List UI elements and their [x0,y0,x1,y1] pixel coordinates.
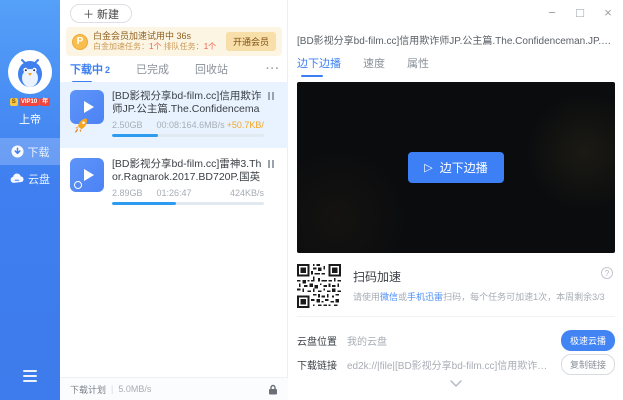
pause-button[interactable] [268,158,278,205]
vip-banner-title: 白金会员加速试用中 36s [93,31,226,42]
year-badge: 年 [40,98,50,106]
more-options-icon[interactable]: ··· [266,63,280,75]
vip-badges: S VIP10 年 [0,98,60,106]
download-icon [11,145,24,158]
task-boost-speed: +50.7KB/s [227,120,264,130]
task-progress-bar [112,134,264,137]
vip-banner[interactable]: P 白金会员加速试用中 36s 白金加速任务：1个 排队任务：1个 开通会员 [66,27,282,56]
download-plan-value: 5.0MB/s [118,384,151,394]
task-speed: 4.6MB/s [192,120,225,130]
penguin-mascot-icon [12,54,48,90]
detail-tabs: 边下边播 速度 属性 [297,55,451,77]
list-tabs: 下载中2 已完成 回收站 ··· [70,58,280,80]
vip-banner-subtitle: 白金加速任务：1个 排队任务：1个 [93,42,226,52]
lock-icon[interactable] [268,384,278,395]
avatar[interactable] [8,50,52,94]
open-vip-button[interactable]: 开通会员 [226,32,276,51]
plus-icon: ＋ [83,6,94,22]
tab-play-while-download[interactable]: 边下边播 [297,55,341,77]
qr-section-title: 扫码加速 [353,268,401,285]
mobile-xunlei-link[interactable]: 手机迅雷 [407,292,443,302]
minimize-button[interactable]: − [545,5,559,20]
tab-speed[interactable]: 速度 [363,55,385,77]
tab-downloading[interactable]: 下载中2 [70,61,110,77]
download-link-label: 下载链接 [297,357,337,372]
task-row-2[interactable]: [BD影视分享bd-film.cc]雷神3.Thor.Ragnarok.2017… [60,150,288,212]
play-button-label: 边下边播 [440,159,488,176]
rocket-boost-icon [73,116,91,137]
coin-icon: P [72,34,88,50]
download-plan-bar: 下载计划 | 5.0MB/s [60,377,288,400]
tab-completed[interactable]: 已完成 [136,61,169,77]
separator: | [111,384,113,394]
sidebar: S VIP10 年 上帝 下载 云盘 [0,0,60,400]
task-title: [BD影视分享bd-film.cc]信用欺诈师JP.公主篇.The.Confid… [112,90,264,116]
sidebar-menu-toggle[interactable] [0,370,60,382]
svip-badge: S [10,98,18,106]
qr-code-image [297,264,341,308]
help-icon[interactable]: ? [601,267,613,279]
download-link-value: ed2k://|file|[BD影视分享bd-film.cc]信用欺诈师JP.公… [347,357,553,372]
close-button[interactable]: × [601,5,615,20]
vip-level-badge: VIP10 [19,98,39,106]
download-plan-label[interactable]: 下载计划 [70,383,106,396]
qr-section-description: 请使用微信或手机迅雷扫码，每个任务可加速1次，本周剩余3/3 [353,290,605,303]
tab-trash[interactable]: 回收站 [195,61,228,77]
username[interactable]: 上帝 [0,111,60,127]
video-thumbnail-icon[interactable] [70,158,104,192]
task-progress-bar [112,202,264,205]
sidebar-item-label: 云盘 [28,171,50,187]
play-icon: ▷ [424,161,432,174]
speed-cloud-play-button[interactable]: 极速云播 [561,330,615,351]
collapse-chevron-icon[interactable] [450,378,462,390]
sidebar-item-download[interactable]: 下载 [0,138,60,165]
task-title: [BD影视分享bd-film.cc]雷神3.Thor.Ragnarok.2017… [112,158,264,184]
detail-title: [BD影视分享bd-film.cc]信用欺诈师JP.公主篇.The.Confid… [297,32,615,47]
task-time-remaining: 01:26:47 [157,188,192,198]
cloud-location-label: 云盘位置 [297,333,337,348]
video-player[interactable]: ▷ 边下边播 [297,82,615,253]
wechat-link[interactable]: 微信 [380,292,398,302]
download-link-row: 下载链接 ed2k://|file|[BD影视分享bd-film.cc]信用欺诈… [297,354,615,374]
sidebar-menu: 下载 云盘 [0,138,60,192]
task-time-remaining: 00:08:16 [157,120,192,130]
tab-properties[interactable]: 属性 [407,55,429,77]
task-size: 2.89GB [112,188,143,198]
sidebar-item-cloud[interactable]: 云盘 [0,165,60,192]
play-while-download-button[interactable]: ▷ 边下边播 [408,152,503,183]
qr-accelerate-section: 扫码加速 请使用微信或手机迅雷扫码，每个任务可加速1次，本周剩余3/3 ? [297,262,615,317]
new-task-button[interactable]: ＋ 新建 [70,4,132,23]
new-task-label: 新建 [97,6,119,22]
download-list-panel: ＋ 新建 P 白金会员加速试用中 36s 白金加速任务：1个 排队任务：1个 开… [60,0,288,400]
pause-button[interactable] [268,90,278,137]
copy-link-button[interactable]: 复制链接 [561,354,615,375]
cloud-location-row: 云盘位置 我的云盘 极速云播 [297,330,615,350]
cloud-location-value: 我的云盘 [347,333,553,348]
cloud-icon [10,173,24,184]
sidebar-item-label: 下载 [28,144,50,160]
task-size: 2.50GB [112,120,143,130]
maximize-button[interactable]: □ [573,5,587,20]
task-row-1[interactable]: [BD影视分享bd-film.cc]信用欺诈师JP.公主篇.The.Confid… [60,82,288,148]
task-detail-panel: [BD影视分享bd-film.cc]信用欺诈师JP.公主篇.The.Confid… [289,0,623,400]
task-speed: 424KB/s [230,188,264,198]
window-controls: − □ × [545,0,615,24]
